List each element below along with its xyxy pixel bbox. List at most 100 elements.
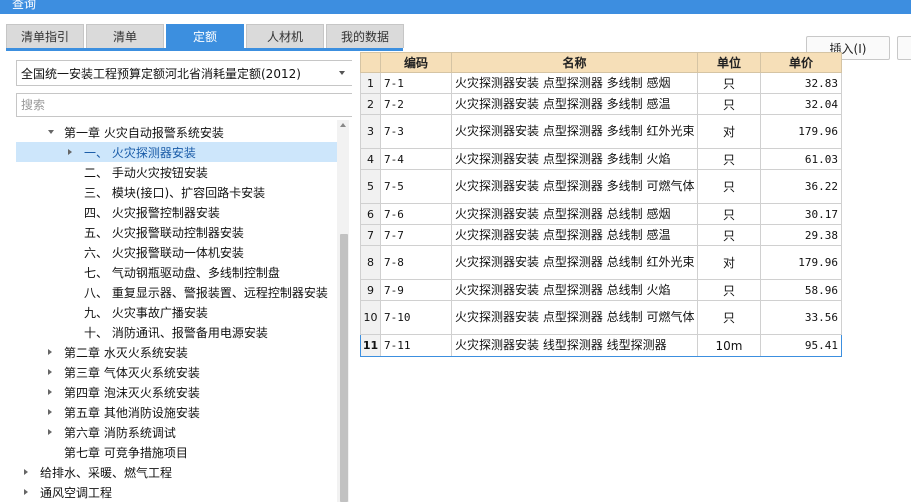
grid-header-unit[interactable]: 单位 xyxy=(697,52,761,73)
table-row[interactable]: 1 7-1 火灾探测器安装 点型探测器 多线制 感烟只 32.83 xyxy=(360,72,842,94)
code-cell[interactable]: 7-11 xyxy=(380,334,452,357)
tree-item[interactable]: 第五章 其他消防设施安装 xyxy=(16,402,344,422)
expand-arrow-down-icon[interactable] xyxy=(48,130,54,134)
unit-cell[interactable]: 对 xyxy=(697,245,761,280)
table-row[interactable]: 9 7-9 火灾探测器安装 点型探测器 总线制 火焰只 58.96 xyxy=(360,279,842,301)
grid-header-name[interactable]: 名称 xyxy=(451,52,698,73)
expand-arrow-right-icon[interactable] xyxy=(24,489,28,495)
tree-item[interactable]: 通风空调工程 xyxy=(16,482,344,502)
tab-3[interactable]: 人材机 xyxy=(246,24,324,48)
table-row[interactable]: 10 7-10 火灾探测器安装 点型探测器 总线制 可燃气体只 33.56 xyxy=(360,300,842,335)
table-row[interactable]: 8 7-8 火灾探测器安装 点型探测器 总线制 红外光束对 179.96 xyxy=(360,245,842,280)
code-cell[interactable]: 7-7 xyxy=(380,224,452,246)
table-row[interactable]: 2 7-2 火灾探测器安装 点型探测器 多线制 感温只 32.04 xyxy=(360,93,842,115)
price-cell[interactable]: 179.96 xyxy=(760,114,842,149)
row-index-cell[interactable]: 1 xyxy=(360,72,381,94)
price-cell[interactable]: 29.38 xyxy=(760,224,842,246)
row-index-cell[interactable]: 2 xyxy=(360,93,381,115)
expand-arrow-right-icon[interactable] xyxy=(68,149,72,155)
tab-2[interactable]: 定额 xyxy=(166,24,244,48)
table-row[interactable]: 3 7-3 火灾探测器安装 点型探测器 多线制 红外光束对 179.96 xyxy=(360,114,842,149)
row-index-cell[interactable]: 9 xyxy=(360,279,381,301)
expand-arrow-right-icon[interactable] xyxy=(48,369,52,375)
tree-item[interactable]: 第一章 火灾自动报警系统安装 xyxy=(16,122,344,142)
tree-item[interactable]: 第七章 可竞争措施项目 xyxy=(16,442,344,462)
price-cell[interactable]: 33.56 xyxy=(760,300,842,335)
expand-arrow-right-icon[interactable] xyxy=(48,429,52,435)
tree-item[interactable]: 七、 气动钢瓶驱动盘、多线制控制盘 xyxy=(16,262,344,282)
tree-item[interactable]: 给排水、采暖、燃气工程 xyxy=(16,462,344,482)
price-cell[interactable]: 30.17 xyxy=(760,203,842,225)
table-row[interactable]: 11 7-11 火灾探测器安装 线型探测器 线型探测器 10m 95.41 xyxy=(360,334,842,357)
unit-cell[interactable]: 只 xyxy=(697,300,761,335)
name-cell[interactable]: 火灾探测器安装 线型探测器 线型探测器 xyxy=(451,334,698,357)
unit-cell[interactable]: 只 xyxy=(697,203,761,225)
tree-item[interactable]: 第四章 泡沫灭火系统安装 xyxy=(16,382,344,402)
unit-cell[interactable]: 只 xyxy=(697,148,761,170)
unit-cell[interactable]: 只 xyxy=(697,93,761,115)
row-index-cell[interactable]: 6 xyxy=(360,203,381,225)
price-cell[interactable]: 32.04 xyxy=(760,93,842,115)
row-index-cell[interactable]: 7 xyxy=(360,224,381,246)
price-cell[interactable]: 179.96 xyxy=(760,245,842,280)
code-cell[interactable]: 7-2 xyxy=(380,93,452,115)
tree-item[interactable]: 九、 火灾事故广播安装 xyxy=(16,302,344,322)
code-cell[interactable]: 7-9 xyxy=(380,279,452,301)
tab-4[interactable]: 我的数据 xyxy=(326,24,404,48)
expand-arrow-right-icon[interactable] xyxy=(48,409,52,415)
table-row[interactable]: 4 7-4 火灾探测器安装 点型探测器 多线制 火焰只 61.03 xyxy=(360,148,842,170)
expand-arrow-right-icon[interactable] xyxy=(24,469,28,475)
tree-item[interactable]: 五、 火灾报警联动控制器安装 xyxy=(16,222,344,242)
name-cell[interactable]: 火灾探测器安装 点型探测器 总线制 感烟 xyxy=(451,203,698,225)
tree-item[interactable]: 十、 消防通讯、报警备用电源安装 xyxy=(16,322,344,342)
code-cell[interactable]: 7-1 xyxy=(380,72,452,94)
name-cell[interactable]: 火灾探测器安装 点型探测器 总线制 红外光束 xyxy=(451,245,698,280)
scroll-up-arrow-icon[interactable] xyxy=(340,123,346,127)
expand-arrow-right-icon[interactable] xyxy=(48,349,52,355)
more-button[interactable] xyxy=(897,36,911,60)
tree-item[interactable]: 三、 模块(接口)、扩容回路卡安装 xyxy=(16,182,344,202)
table-row[interactable]: 7 7-7 火灾探测器安装 点型探测器 总线制 感温只 29.38 xyxy=(360,224,842,246)
tree-item[interactable]: 四、 火灾报警控制器安装 xyxy=(16,202,344,222)
unit-cell[interactable]: 只 xyxy=(697,72,761,94)
panel-splitter[interactable] xyxy=(352,52,358,502)
tree-item[interactable]: 第六章 消防系统调试 xyxy=(16,422,344,442)
code-cell[interactable]: 7-8 xyxy=(380,245,452,280)
unit-cell[interactable]: 10m xyxy=(697,334,761,357)
tree-scrollbar-thumb[interactable] xyxy=(340,234,348,502)
code-cell[interactable]: 7-4 xyxy=(380,148,452,170)
grid-header-price[interactable]: 单价 xyxy=(760,52,842,73)
unit-cell[interactable]: 只 xyxy=(697,279,761,301)
code-cell[interactable]: 7-5 xyxy=(380,169,452,204)
grid-header-code[interactable]: 编码 xyxy=(380,52,452,73)
price-cell[interactable]: 36.22 xyxy=(760,169,842,204)
search-input[interactable] xyxy=(16,93,353,117)
expand-arrow-right-icon[interactable] xyxy=(48,389,52,395)
tab-1[interactable]: 清单 xyxy=(86,24,164,48)
name-cell[interactable]: 火灾探测器安装 点型探测器 多线制 感烟 xyxy=(451,72,698,94)
tree-item[interactable]: 六、 火灾报警联动一体机安装 xyxy=(16,242,344,262)
price-cell[interactable]: 58.96 xyxy=(760,279,842,301)
row-index-cell[interactable]: 10 xyxy=(360,300,381,335)
name-cell[interactable]: 火灾探测器安装 点型探测器 总线制 感温 xyxy=(451,224,698,246)
unit-cell[interactable]: 只 xyxy=(697,224,761,246)
price-cell[interactable]: 32.83 xyxy=(760,72,842,94)
table-row[interactable]: 5 7-5 火灾探测器安装 点型探测器 多线制 可燃气体只 36.22 xyxy=(360,169,842,204)
row-index-cell[interactable]: 4 xyxy=(360,148,381,170)
unit-cell[interactable]: 对 xyxy=(697,114,761,149)
tree-item[interactable]: 第二章 水灭火系统安装 xyxy=(16,342,344,362)
name-cell[interactable]: 火灾探测器安装 点型探测器 多线制 感温 xyxy=(451,93,698,115)
row-index-cell[interactable]: 5 xyxy=(360,169,381,204)
tree-item[interactable]: 八、 重复显示器、警报装置、远程控制器安装 xyxy=(16,282,344,302)
price-cell[interactable]: 95.41 xyxy=(760,334,842,357)
unit-cell[interactable]: 只 xyxy=(697,169,761,204)
tree-item[interactable]: 二、 手动火灾按钮安装 xyxy=(16,162,344,182)
code-cell[interactable]: 7-3 xyxy=(380,114,452,149)
name-cell[interactable]: 火灾探测器安装 点型探测器 总线制 可燃气体 xyxy=(451,300,698,335)
table-row[interactable]: 6 7-6 火灾探测器安装 点型探测器 总线制 感烟只 30.17 xyxy=(360,203,842,225)
tab-0[interactable]: 清单指引 xyxy=(6,24,84,48)
tree-item[interactable]: 一、 火灾探测器安装 xyxy=(16,142,344,162)
name-cell[interactable]: 火灾探测器安装 点型探测器 多线制 火焰 xyxy=(451,148,698,170)
quota-library-select[interactable]: 全国统一安装工程预算定额河北省消耗量定额(2012) xyxy=(16,60,353,86)
name-cell[interactable]: 火灾探测器安装 点型探测器 总线制 火焰 xyxy=(451,279,698,301)
